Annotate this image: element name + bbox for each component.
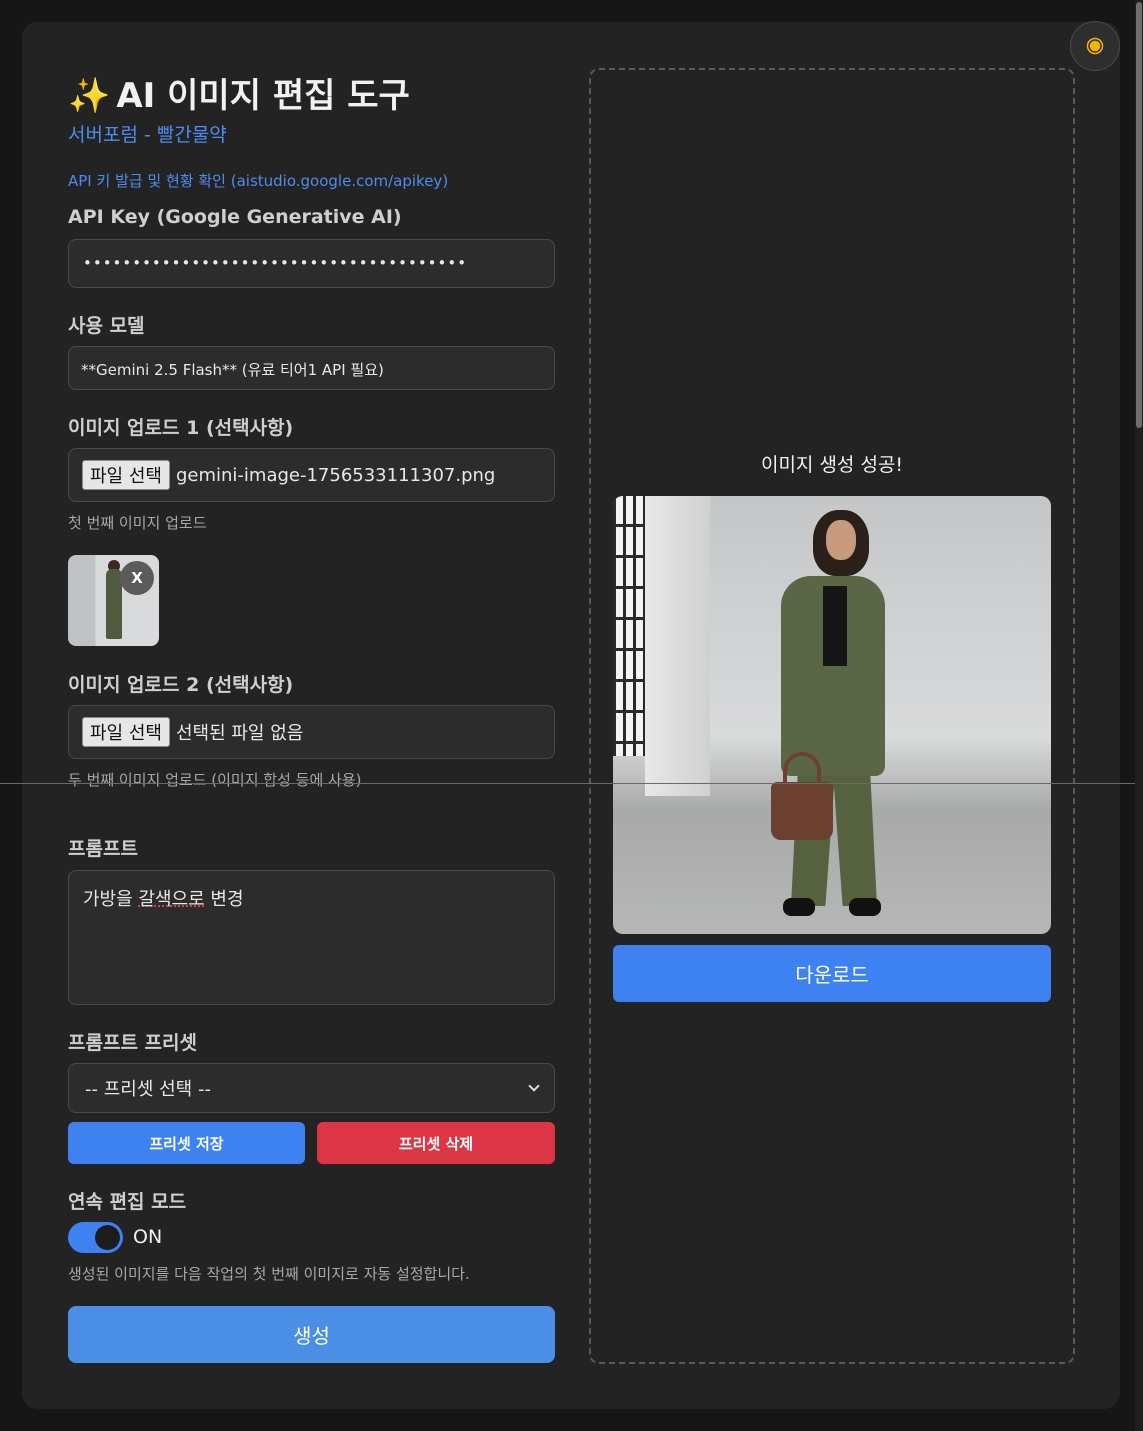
remove-image-button[interactable]: X bbox=[120, 561, 154, 595]
api-key-input[interactable]: ••••••••••••••••••••••••••••••••••••••• bbox=[68, 239, 555, 288]
prompt-textarea[interactable]: 가방을 갈색으로 변경 bbox=[68, 870, 555, 1005]
continuous-mode-hint: 생성된 이미지를 다음 작업의 첫 번째 이미지로 자동 설정합니다. bbox=[68, 1265, 470, 1283]
preset-select[interactable]: -- 프리셋 선택 -- bbox=[68, 1063, 555, 1113]
sun-icon bbox=[1089, 40, 1101, 52]
upload1-hint: 첫 번째 이미지 업로드 bbox=[68, 514, 207, 532]
upload2-choose-button[interactable]: 파일 선택 bbox=[82, 717, 170, 747]
upload1-file-input[interactable]: 파일 선택 gemini-image-1756533111307.png bbox=[68, 448, 555, 502]
continuous-mode-toggle[interactable] bbox=[68, 1222, 123, 1253]
delete-preset-button[interactable]: 프리셋 삭제 bbox=[317, 1122, 555, 1164]
scrollbar-thumb[interactable] bbox=[1136, 2, 1142, 428]
result-image bbox=[613, 496, 1051, 934]
subtitle-link[interactable]: 서버포럼 - 빨간물약 bbox=[68, 120, 227, 147]
api-key-link[interactable]: API 키 발급 및 현황 확인 (aistudio.google.com/ap… bbox=[68, 170, 448, 191]
toggle-knob bbox=[95, 1225, 120, 1250]
sparkles-icon: ✨ bbox=[68, 76, 111, 116]
upload1-label: 이미지 업로드 1 (선택사항) bbox=[68, 417, 294, 439]
generate-button[interactable]: 생성 bbox=[68, 1306, 555, 1363]
toggle-state-label: ON bbox=[133, 1226, 163, 1248]
upload1-choose-button[interactable]: 파일 선택 bbox=[82, 460, 170, 490]
upload2-hint: 두 번째 이미지 업로드 (이미지 합성 등에 사용) bbox=[68, 771, 362, 789]
upload1-filename: gemini-image-1756533111307.png bbox=[175, 464, 496, 486]
save-preset-button[interactable]: 프리셋 저장 bbox=[68, 1122, 305, 1164]
download-button[interactable]: 다운로드 bbox=[613, 945, 1051, 1002]
theme-toggle-button[interactable] bbox=[1070, 21, 1120, 71]
continuous-mode-label: 연속 편집 모드 bbox=[68, 1191, 187, 1213]
divider-line bbox=[0, 783, 1143, 784]
model-label: 사용 모델 bbox=[68, 315, 145, 337]
api-key-label: API Key (Google Generative AI) bbox=[68, 206, 402, 228]
model-select[interactable]: **Gemini 2.5 Flash** (유료 티어1 API 필요) bbox=[68, 346, 555, 390]
prompt-label: 프롬프트 bbox=[68, 838, 138, 860]
result-status: 이미지 생성 성공! bbox=[760, 454, 904, 476]
upload2-file-input[interactable]: 파일 선택 선택된 파일 없음 bbox=[68, 705, 555, 759]
upload2-label: 이미지 업로드 2 (선택사항) bbox=[68, 674, 294, 696]
preset-selected-value: -- 프리셋 선택 -- bbox=[85, 1079, 211, 1100]
upload2-filename: 선택된 파일 없음 bbox=[175, 723, 304, 744]
chevron-down-icon bbox=[528, 1080, 540, 1092]
page-title: ✨ AI 이미지 편집 도구 bbox=[68, 76, 410, 116]
preset-label: 프롬프트 프리셋 bbox=[68, 1032, 197, 1054]
